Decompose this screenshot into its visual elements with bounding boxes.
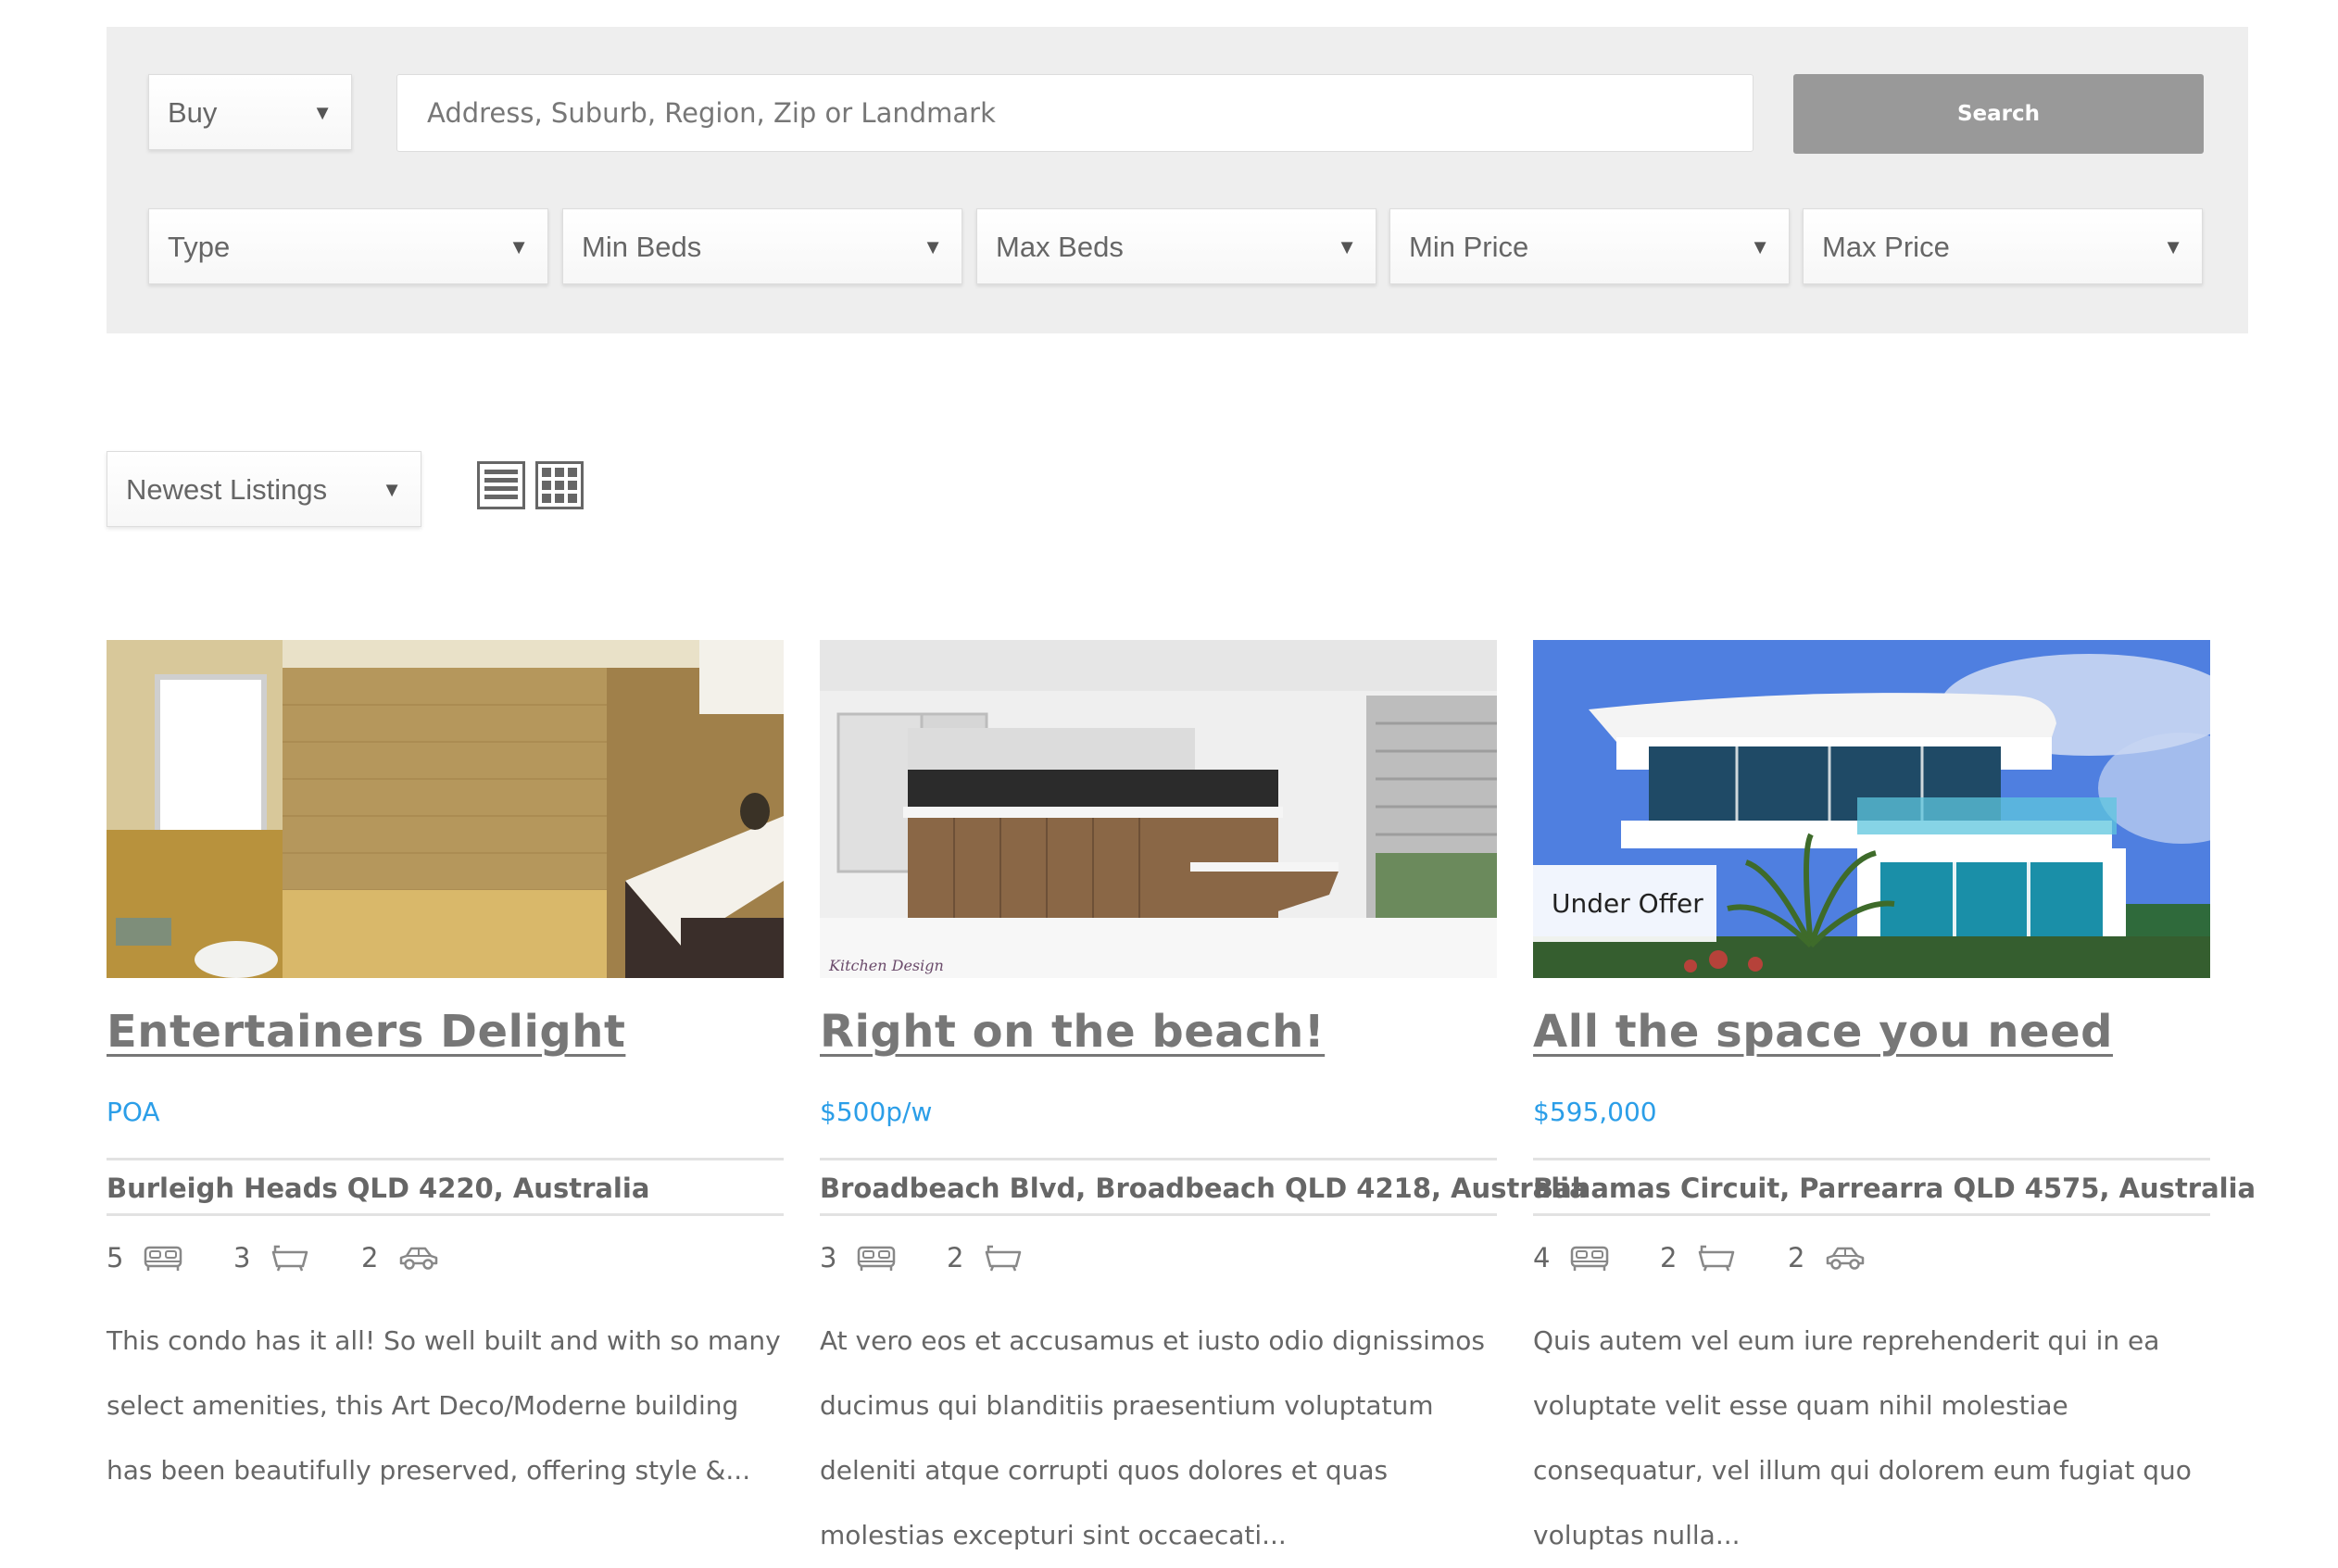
listing-features: 5 3 2	[107, 1237, 784, 1278]
bed-icon	[145, 1246, 182, 1271]
bedrooms-feature: 4	[1533, 1237, 1609, 1278]
divider	[820, 1158, 1497, 1160]
max-beds-select[interactable]: Max Beds ▼	[976, 208, 1376, 284]
bathrooms-feature: 3	[233, 1237, 309, 1278]
listing-price: POA	[107, 1097, 160, 1127]
min-price-label: Min Price	[1409, 231, 1529, 263]
max-beds-label: Max Beds	[996, 231, 1124, 263]
listing-description: This condo has it all! So well built and…	[107, 1325, 781, 1486]
listing-price: $595,000	[1533, 1097, 1657, 1127]
listing-features: 3 2	[820, 1237, 1497, 1278]
caret-down-icon: ▼	[923, 235, 943, 258]
listing-mode-select[interactable]: Buy ▼	[148, 74, 352, 150]
sort-select[interactable]: Newest Listings ▼	[107, 451, 421, 527]
bedrooms-count: 3	[820, 1242, 837, 1273]
max-price-label: Max Price	[1822, 231, 1950, 263]
max-price-select[interactable]: Max Price ▼	[1803, 208, 2203, 284]
divider	[107, 1213, 784, 1216]
listing-card: Entertainers Delight POA Burleigh Heads …	[107, 640, 784, 1486]
listing-card: Kitchen Design Right on the beach! $500p…	[820, 640, 1588, 1550]
bed-icon	[1571, 1246, 1609, 1271]
divider	[1533, 1213, 2210, 1216]
caret-down-icon: ▼	[2163, 235, 2183, 258]
caret-down-icon: ▼	[509, 235, 529, 258]
listing-mode-value: Buy	[168, 96, 218, 129]
grid-view-icon[interactable]	[535, 461, 584, 509]
listing-photo[interactable]	[107, 640, 784, 978]
divider	[820, 1213, 1497, 1216]
list-view-icon[interactable]	[477, 461, 525, 509]
parking-count: 2	[361, 1242, 379, 1273]
listing-photo[interactable]: Kitchen Design	[820, 640, 1497, 978]
divider	[107, 1158, 784, 1160]
bedrooms-feature: 5	[107, 1237, 182, 1278]
type-filter-label: Type	[168, 231, 231, 263]
listing-card: Under Offer All the space you need $595,…	[1533, 640, 2256, 1550]
listing-title[interactable]: Entertainers Delight	[107, 1006, 625, 1058]
car-icon	[1827, 1247, 1865, 1270]
listing-address: Burleigh Heads QLD 4220, Australia	[107, 1173, 650, 1204]
listing-price: $500p/w	[820, 1097, 933, 1127]
search-button[interactable]: Search	[1793, 74, 2204, 154]
parking-count: 2	[1788, 1242, 1805, 1273]
listing-address: Broadbeach Blvd, Broadbeach QLD 4218, Au…	[820, 1173, 1588, 1204]
caret-down-icon: ▼	[382, 478, 402, 501]
caret-down-icon: ▼	[1750, 235, 1770, 258]
parking-feature: 2	[361, 1237, 439, 1278]
bathtub-icon	[986, 1245, 1022, 1272]
min-price-select[interactable]: Min Price ▼	[1389, 208, 1790, 284]
listing-description: At vero eos et accusamus et iusto odio d…	[820, 1325, 1485, 1550]
parking-feature: 2	[1788, 1237, 1866, 1278]
listing-address: Bahamas Circuit, Parrearra QLD 4575, Aus…	[1533, 1173, 2256, 1204]
min-beds-label: Min Beds	[582, 231, 702, 263]
bathtub-icon	[1699, 1245, 1735, 1272]
bathroom-photo	[107, 640, 784, 978]
bathtub-icon	[272, 1245, 308, 1272]
bathrooms-count: 2	[1660, 1242, 1678, 1273]
bedrooms-count: 4	[1533, 1242, 1551, 1273]
location-search-input[interactable]	[396, 74, 1754, 152]
bedrooms-count: 5	[107, 1242, 124, 1273]
listing-features: 4 2 2	[1533, 1237, 2210, 1278]
kitchen-photo: Kitchen Design	[820, 640, 1497, 978]
bedrooms-feature: 3	[820, 1237, 896, 1278]
status-badge: Under Offer	[1533, 865, 1716, 942]
min-beds-select[interactable]: Min Beds ▼	[562, 208, 962, 284]
type-filter-select[interactable]: Type ▼	[148, 208, 548, 284]
divider	[1533, 1158, 2210, 1160]
sort-value: Newest Listings	[126, 473, 328, 506]
search-panel: Buy ▼ Search Type ▼ Min Beds ▼ Max Beds …	[107, 27, 2248, 333]
bathrooms-feature: 2	[947, 1237, 1023, 1278]
car-icon	[400, 1247, 438, 1270]
bathrooms-count: 2	[947, 1242, 964, 1273]
caret-down-icon: ▼	[312, 101, 333, 124]
caret-down-icon: ▼	[1337, 235, 1357, 258]
kitchen-photo-caption: Kitchen Design	[828, 957, 944, 974]
bathrooms-count: 3	[233, 1242, 251, 1273]
bathrooms-feature: 2	[1660, 1237, 1736, 1278]
listing-title[interactable]: All the space you need	[1533, 1006, 2113, 1058]
listing-description: Quis autem vel eum iure reprehenderit qu…	[1533, 1325, 2192, 1550]
listing-title[interactable]: Right on the beach!	[820, 1006, 1325, 1058]
listing-photo[interactable]: Under Offer	[1533, 640, 2210, 978]
bed-icon	[858, 1246, 896, 1271]
